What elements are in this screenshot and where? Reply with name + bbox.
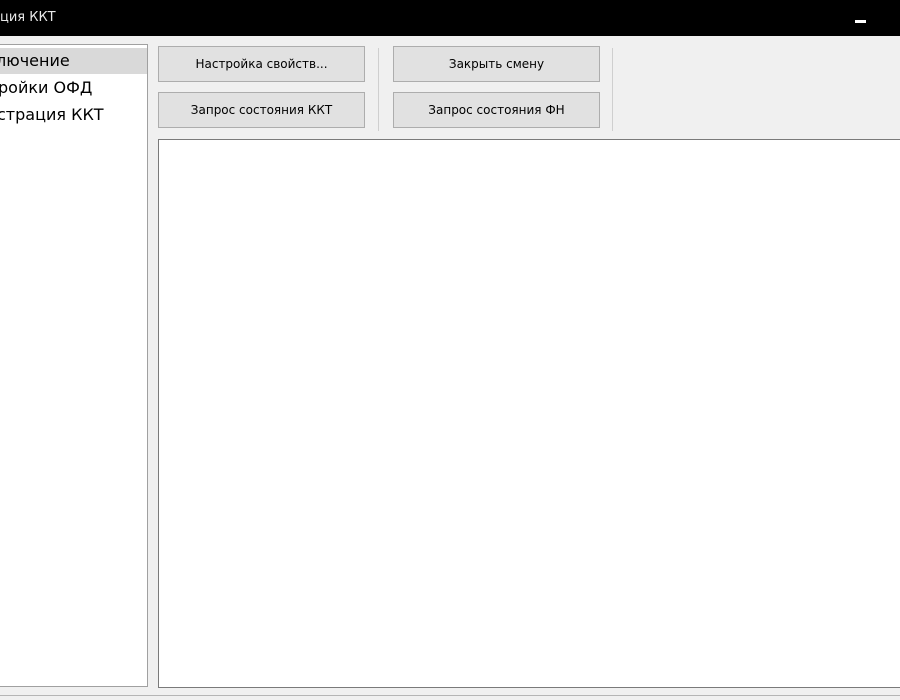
sidebar-item-label: страция ККТ [0, 105, 104, 124]
properties-settings-button[interactable]: Настройка свойств... [158, 46, 365, 82]
sidebar: лючение ройки ОФД страция ККТ [0, 44, 148, 687]
kkt-status-request-button[interactable]: Запрос состояния ККТ [158, 92, 365, 128]
toolbar-separator [378, 48, 379, 131]
minimize-icon [855, 20, 866, 23]
minimize-button[interactable] [848, 8, 872, 28]
close-shift-button[interactable]: Закрыть смену [393, 46, 600, 82]
app-window: ация ККТ лючение ройки ОФД страция ККТ Н… [0, 0, 900, 700]
toolbar-separator [612, 48, 613, 131]
sidebar-item-ofd-settings[interactable]: ройки ОФД [0, 75, 147, 101]
window-title: ация ККТ [0, 10, 56, 25]
status-divider [0, 695, 900, 696]
sidebar-item-kkt-registration[interactable]: страция ККТ [0, 102, 147, 128]
fn-status-request-button[interactable]: Запрос состояния ФН [393, 92, 600, 128]
sidebar-item-label: лючение [0, 51, 70, 70]
output-panel[interactable] [158, 139, 900, 688]
sidebar-item-connection[interactable]: лючение [0, 48, 147, 74]
title-bar[interactable]: ация ККТ [0, 0, 900, 36]
sidebar-item-label: ройки ОФД [0, 78, 93, 97]
